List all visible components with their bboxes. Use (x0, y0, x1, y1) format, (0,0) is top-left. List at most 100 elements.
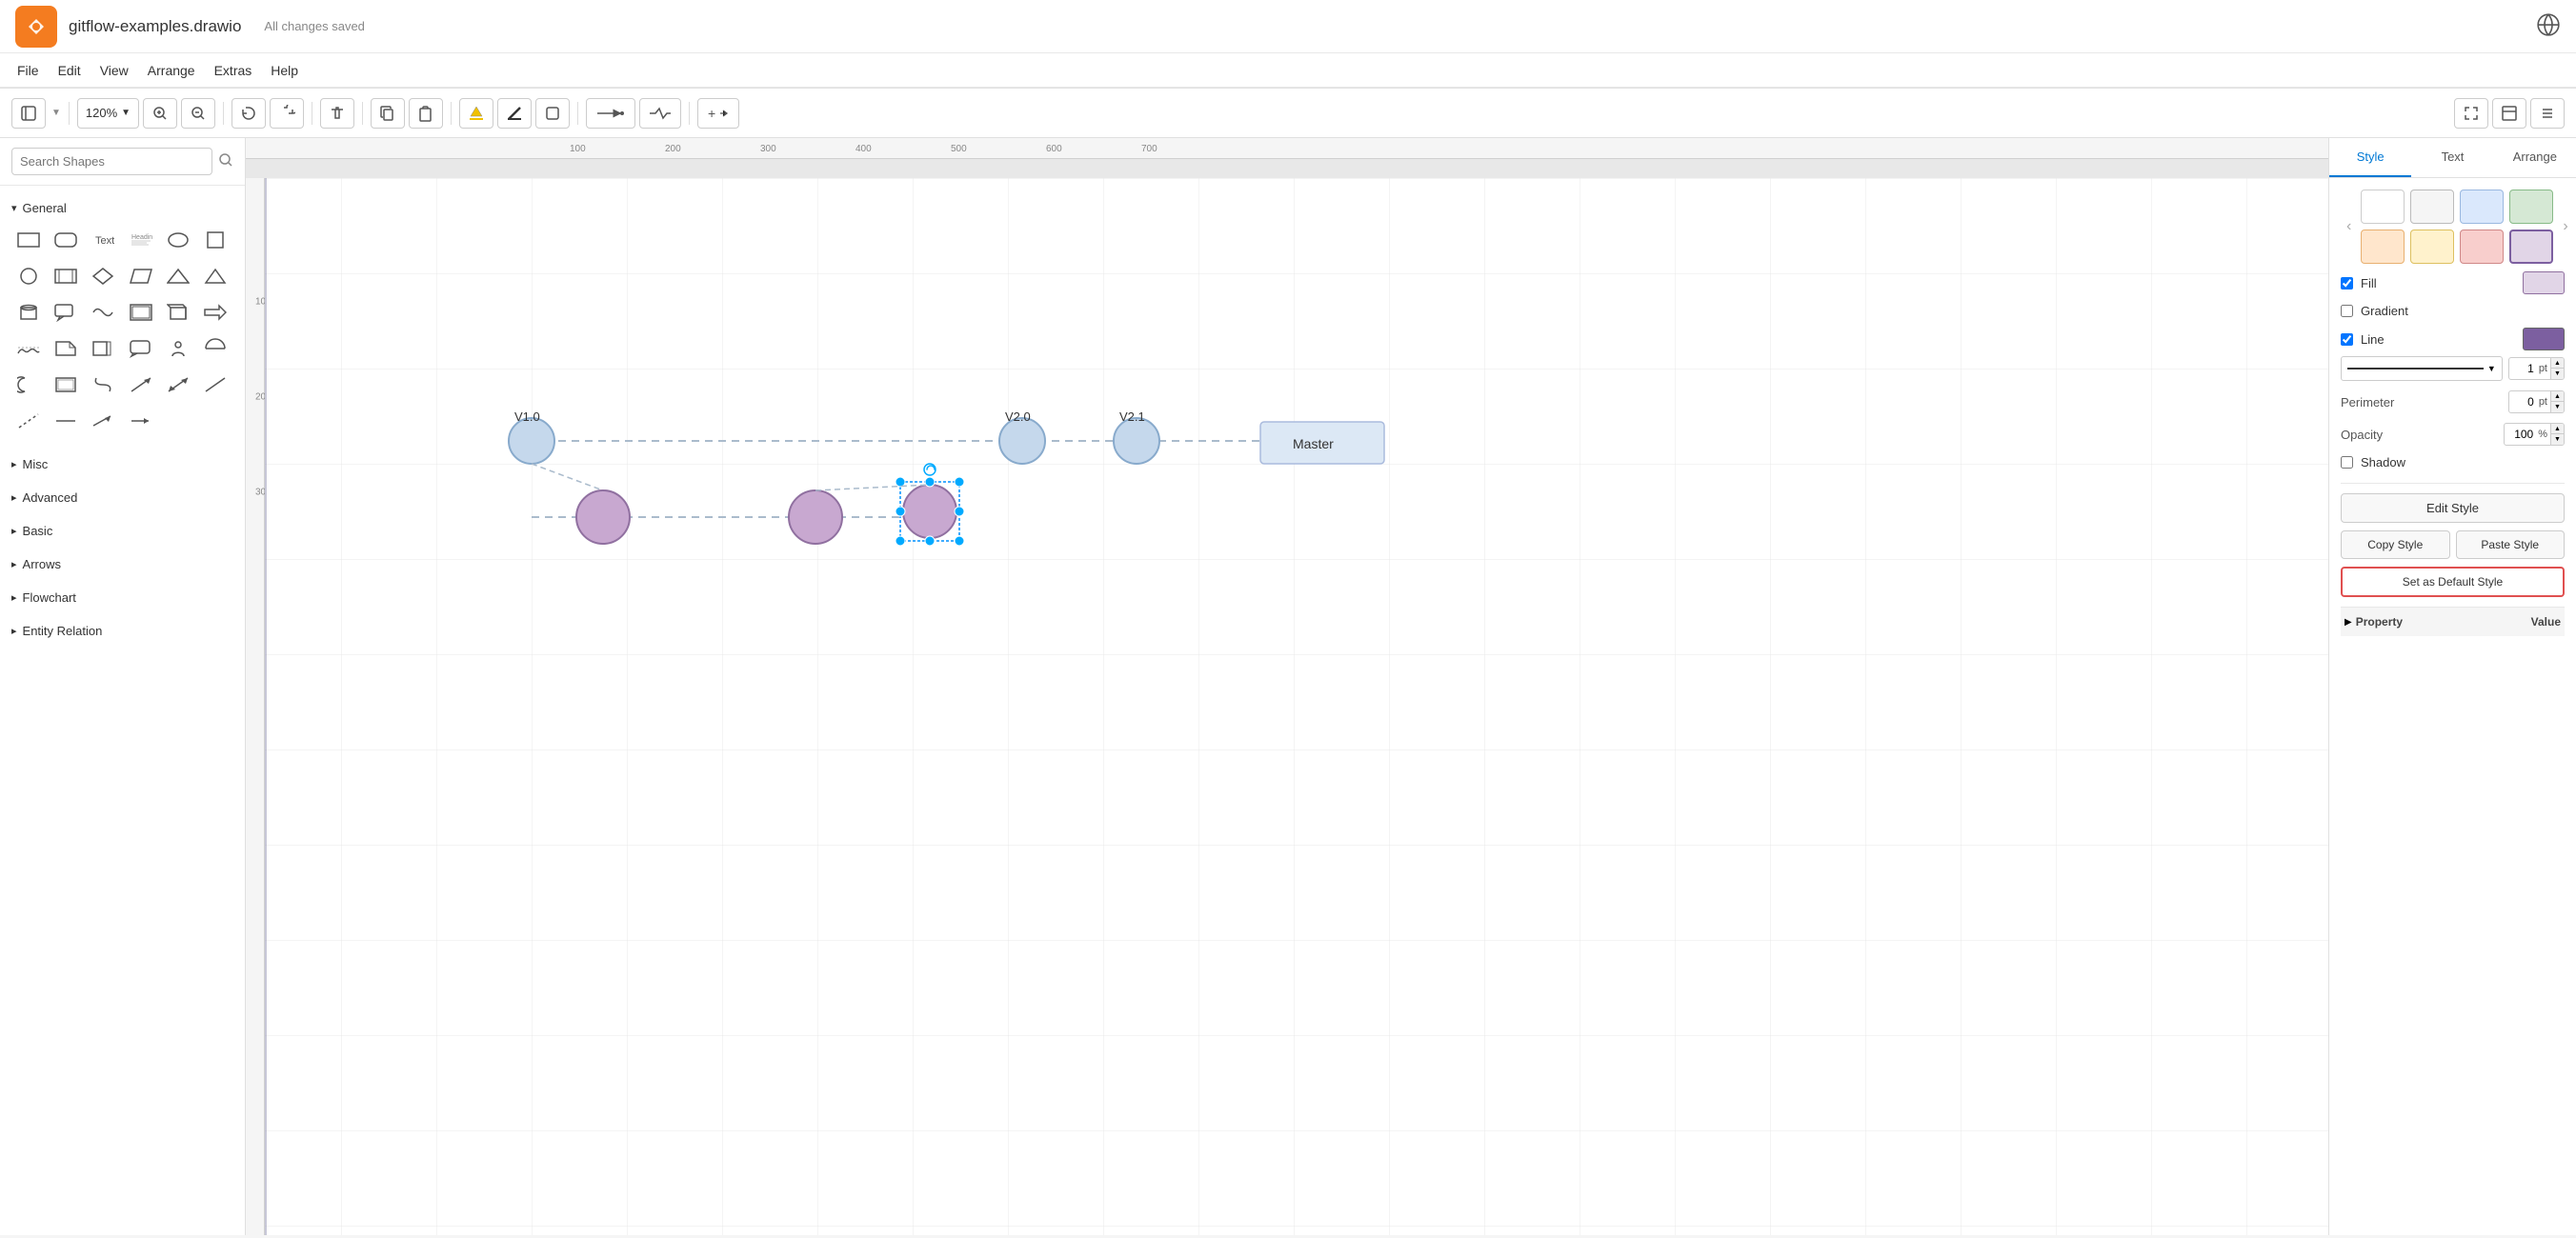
handle-ml[interactable] (896, 507, 905, 516)
menu-extras[interactable]: Extras (205, 59, 262, 82)
section-flowchart-header[interactable]: ▸ Flowchart (11, 587, 233, 609)
swatch-6[interactable] (2410, 230, 2454, 264)
line-color-btn[interactable] (497, 98, 532, 129)
menu-arrange[interactable]: Arrange (138, 59, 205, 82)
handle-br[interactable] (955, 536, 964, 546)
global-icon[interactable] (2536, 12, 2561, 40)
tab-style[interactable]: Style (2329, 138, 2411, 177)
delete-btn[interactable] (320, 98, 354, 129)
shape-parallelogram[interactable] (124, 259, 158, 293)
line-pt-value[interactable] (2509, 360, 2536, 377)
node-v2[interactable] (999, 418, 1045, 464)
shape-double-rect[interactable] (124, 295, 158, 329)
opacity-input[interactable]: % ▲ ▼ (2504, 423, 2565, 446)
fill-color-picker[interactable] (2523, 271, 2565, 294)
perimeter-value[interactable] (2509, 393, 2536, 410)
shape-cylinder[interactable] (11, 295, 46, 329)
section-general-header[interactable]: ▾ General (11, 197, 233, 219)
paste-style-button[interactable]: Paste Style (2456, 530, 2566, 559)
tab-text[interactable]: Text (2411, 138, 2493, 177)
shape-triangle[interactable] (161, 259, 195, 293)
perimeter-down[interactable]: ▼ (2550, 402, 2564, 412)
fit-page-btn[interactable] (2454, 98, 2488, 129)
swatch-5[interactable] (2361, 230, 2405, 264)
zoom-control[interactable]: 120% ▼ (77, 98, 139, 129)
redo-btn[interactable] (270, 98, 304, 129)
add-btn[interactable]: + (697, 98, 739, 129)
perimeter-input[interactable]: pt ▲ ▼ (2508, 390, 2565, 413)
shape-rounded-rect[interactable] (49, 223, 83, 257)
menu-edit[interactable]: Edit (49, 59, 91, 82)
sidebar-toggle-btn[interactable] (11, 98, 46, 129)
shape-diagonal-arrow[interactable] (124, 368, 158, 402)
swatch-8[interactable] (2509, 230, 2553, 264)
shape-rect[interactable] (11, 223, 46, 257)
shape-person[interactable] (161, 331, 195, 366)
search-input[interactable] (11, 148, 212, 175)
page-layout-btn[interactable] (2492, 98, 2526, 129)
collapse-btn[interactable] (2530, 98, 2565, 129)
line-pt-up[interactable]: ▲ (2550, 358, 2564, 369)
shadow-checkbox[interactable] (2341, 456, 2353, 469)
shape-crescent[interactable] (11, 368, 46, 402)
shape-folded[interactable] (86, 331, 120, 366)
paste-btn[interactable] (409, 98, 443, 129)
shape-callout[interactable] (49, 295, 83, 329)
menu-help[interactable]: Help (261, 59, 308, 82)
shape-3d-rect[interactable] (161, 295, 195, 329)
shape-heading[interactable]: Heading (124, 223, 158, 257)
shape-half-circle[interactable] (198, 331, 232, 366)
swatch-1[interactable] (2361, 190, 2405, 224)
swatch-7[interactable] (2460, 230, 2504, 264)
handle-tr[interactable] (955, 477, 964, 487)
shape-line-diag2[interactable] (49, 404, 83, 438)
copy-btn[interactable] (371, 98, 405, 129)
section-arrows-header[interactable]: ▸ Arrows (11, 553, 233, 575)
shape-line-diag1[interactable] (198, 368, 232, 402)
shape-irregular[interactable] (86, 295, 120, 329)
shape-doc[interactable] (49, 331, 83, 366)
shape-arrow-diag[interactable] (86, 404, 120, 438)
diagram-svg[interactable]: V1.0 V2.0 V2.1 Master (246, 178, 2328, 1235)
swatch-next-arrow[interactable]: › (2557, 216, 2573, 237)
line-pt-down[interactable]: ▼ (2550, 369, 2564, 379)
section-entity-relation-header[interactable]: ▸ Entity Relation (11, 620, 233, 642)
handle-mr[interactable] (955, 507, 964, 516)
shape-right-triangle[interactable] (198, 259, 232, 293)
menu-file[interactable]: File (8, 59, 49, 82)
line-color-picker[interactable] (2523, 328, 2565, 350)
line-pt-input[interactable]: pt ▲ ▼ (2508, 357, 2565, 380)
shape-process[interactable] (49, 259, 83, 293)
node-selected[interactable] (903, 485, 956, 538)
shape-circle[interactable] (11, 259, 46, 293)
shape-dashed-diag[interactable] (11, 404, 46, 438)
opacity-up[interactable]: ▲ (2550, 424, 2564, 434)
shape-text[interactable]: Text (86, 223, 120, 257)
zoom-in-btn[interactable] (143, 98, 177, 129)
swatch-4[interactable] (2509, 190, 2553, 224)
shape-btn[interactable] (535, 98, 570, 129)
connector-btn[interactable] (586, 98, 635, 129)
shape-chat[interactable] (124, 331, 158, 366)
property-expand-arrow[interactable]: ▶ (2345, 617, 2352, 628)
canvas[interactable]: 100 200 300 V1.0 V2.0 (246, 178, 2328, 1235)
node-v1[interactable] (509, 418, 554, 464)
shape-pentagon[interactable] (49, 368, 83, 402)
fill-color-btn[interactable] (459, 98, 493, 129)
swatch-prev-arrow[interactable]: ‹ (2341, 216, 2357, 237)
shape-arrow-right[interactable] (198, 295, 232, 329)
node-dev2[interactable] (789, 490, 842, 544)
swatch-3[interactable] (2460, 190, 2504, 224)
undo-btn[interactable] (231, 98, 266, 129)
gradient-checkbox[interactable] (2341, 305, 2353, 317)
line-style-select[interactable]: ▼ (2341, 356, 2503, 381)
section-advanced-header[interactable]: ▸ Advanced (11, 487, 233, 509)
waypoint-btn[interactable] (639, 98, 681, 129)
section-basic-header[interactable]: ▸ Basic (11, 520, 233, 542)
handle-bm[interactable] (925, 536, 935, 546)
shape-s-curve[interactable] (86, 368, 120, 402)
swatch-2[interactable] (2410, 190, 2454, 224)
shape-ellipse[interactable] (161, 223, 195, 257)
tab-arrange[interactable]: Arrange (2494, 138, 2576, 177)
opacity-value[interactable] (2505, 426, 2535, 443)
